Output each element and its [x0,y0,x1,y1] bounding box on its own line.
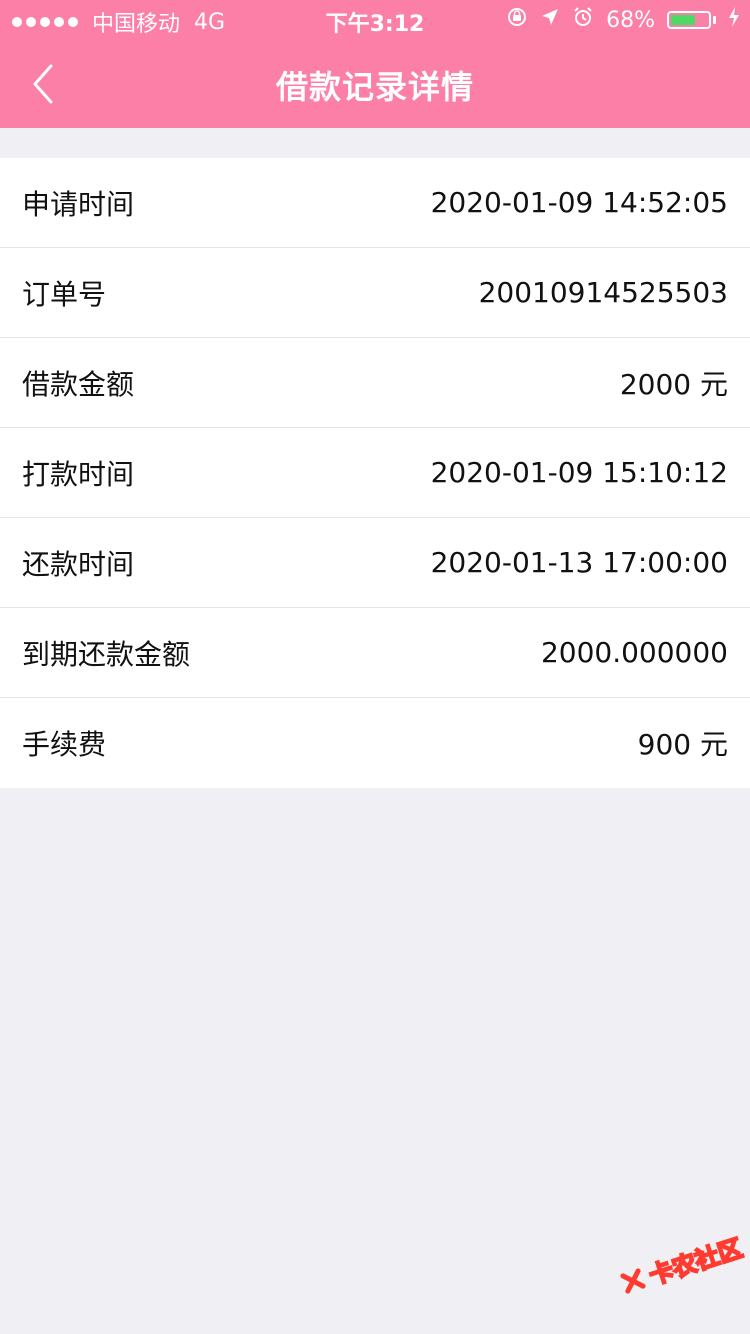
location-arrow-icon [540,7,560,33]
detail-row-order-number: 订单号 20010914525503 [0,248,750,338]
top-bar: 中国移动 4G 下午3:12 68% 借款记录详情 [0,0,750,128]
detail-value: 20010914525503 [478,276,728,309]
detail-value: 2020-01-13 17:00:00 [430,546,728,579]
page-title: 借款记录详情 [275,68,474,106]
detail-label: 到期还款金额 [22,637,191,671]
detail-row-payout-time: 打款时间 2020-01-09 15:10:12 [0,428,750,518]
battery-percent: 68% [606,7,655,33]
detail-label: 手续费 [22,728,107,761]
detail-label: 订单号 [22,277,107,311]
detail-value: 2020-01-09 14:52:05 [430,186,728,219]
detail-label: 申请时间 [22,187,135,221]
watermark: 卡农社区 [620,1233,747,1308]
detail-row-repay-time: 还款时间 2020-01-13 17:00:00 [0,518,750,608]
detail-row-apply-time: 申请时间 2020-01-09 14:52:05 [0,158,750,248]
alarm-icon [572,6,594,34]
detail-label: 借款金额 [22,367,135,401]
watermark-text: 卡农社区 [645,1233,747,1291]
detail-value: 2020-01-09 15:10:12 [430,456,728,489]
detail-value: 2000.000000 [540,636,728,669]
detail-row-due-amount: 到期还款金额 2000.000000 [0,608,750,698]
rotation-lock-icon [506,6,528,34]
detail-row-loan-amount: 借款金额 2000 元 [0,338,750,428]
detail-row-service-fee: 手续费 900 元 [0,698,750,788]
battery-icon [667,11,716,29]
detail-value: 2000 元 [619,367,728,401]
status-right: 68% [506,6,740,34]
navigation-bar: 借款记录详情 [0,40,750,128]
charging-bolt-icon [728,7,740,33]
detail-label: 还款时间 [22,547,135,581]
watermark-logo-icon [620,1268,646,1294]
status-bar: 中国移动 4G 下午3:12 68% [0,0,750,40]
loan-detail-list: 申请时间 2020-01-09 14:52:05 订单号 20010914525… [0,158,750,788]
detail-label: 打款时间 [22,457,135,491]
detail-value: 900 元 [637,728,728,761]
